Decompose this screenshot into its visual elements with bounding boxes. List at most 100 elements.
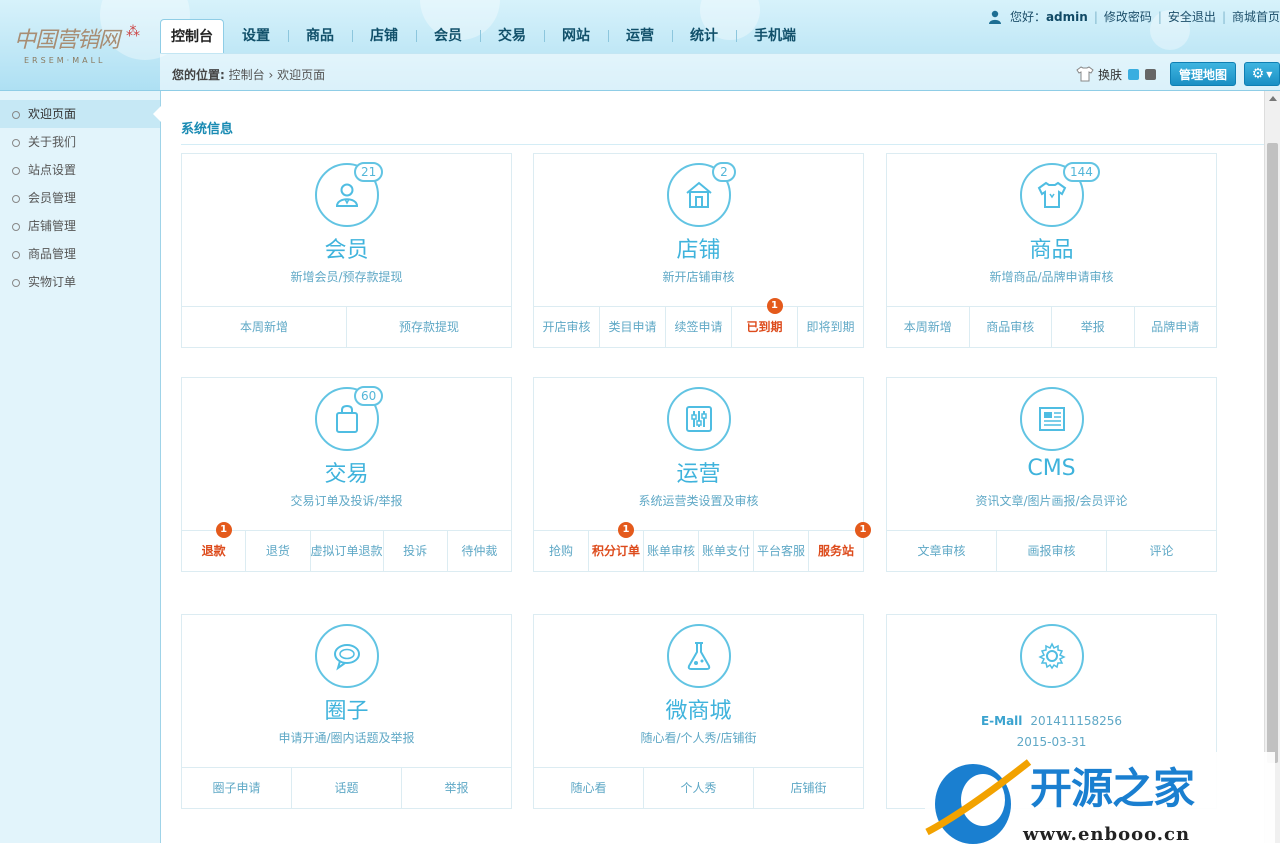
module-link[interactable]: 退款 1 — [182, 522, 245, 572]
settings-dropdown-button[interactable]: ⚙ ▼ — [1244, 62, 1280, 86]
tab-mobile[interactable]: 手机端 — [736, 19, 814, 53]
scroll-up-icon[interactable] — [1269, 96, 1277, 101]
tab-trade[interactable]: 交易 — [480, 19, 544, 53]
skin-swatch-gray[interactable] — [1144, 68, 1156, 80]
sidebar-item-stores[interactable]: 店铺管理 — [0, 212, 160, 240]
module-link[interactable]: 待仲裁 — [446, 531, 511, 572]
tab-console[interactable]: 控制台 — [160, 19, 224, 54]
section-title: 系统信息 — [181, 122, 234, 137]
module-title[interactable]: 交易 — [182, 456, 511, 488]
module-link[interactable]: 举报 — [1051, 307, 1134, 348]
module-title[interactable]: 会员 — [182, 232, 511, 264]
module-title[interactable]: 运营 — [534, 456, 863, 488]
sidebar-item-about[interactable]: 关于我们 — [0, 128, 160, 156]
chevron-down-icon: ▼ — [1266, 69, 1273, 79]
module-link[interactable]: 账单支付 — [698, 531, 753, 572]
module-description: 交易订单及投诉/举报 — [290, 494, 403, 508]
notification-badge: 1 — [618, 522, 634, 538]
module-link[interactable]: 平台客服 — [753, 531, 808, 572]
module-icon-circle[interactable] — [1020, 387, 1084, 451]
logout-link[interactable]: 安全退出 — [1168, 8, 1216, 25]
module-link[interactable]: 文章审核 — [887, 531, 996, 572]
module-link[interactable]: 即将到期 — [797, 307, 863, 348]
module-link[interactable]: 举报 — [401, 768, 511, 809]
version-line: E-Mall 201411158256 — [887, 711, 1216, 732]
module-title[interactable]: 圈子 — [182, 693, 511, 725]
module-links: 圈子申请 话题 举报 — [182, 767, 511, 809]
admin-map-button[interactable]: 管理地图 — [1169, 62, 1236, 86]
module-card: 2 店铺 新开店铺审核 开店审核 类目申请 续签申请 已到期 1 即将到期 — [533, 153, 864, 348]
tab-store[interactable]: 店铺 — [352, 19, 416, 53]
change-password-link[interactable]: 修改密码 — [1104, 8, 1152, 25]
user-bar: 您好： admin | 修改密码 | 安全退出 | 商城首页 — [988, 8, 1280, 25]
user-icon — [988, 10, 1001, 24]
sidebar-item-orders[interactable]: 实物订单 — [0, 268, 160, 296]
module-card: 微商城 随心看/个人秀/店铺街 随心看 个人秀 店铺街 — [533, 614, 864, 809]
module-links: 抢购 积分订单 1 账单审核 账单支付 平台客服 服务站 1 — [534, 522, 871, 572]
breadcrumb-current: 欢迎页面 — [277, 68, 326, 82]
tab-member[interactable]: 会员 — [416, 19, 480, 53]
tab-statistics[interactable]: 统计 — [672, 19, 736, 53]
module-link-label: 商品审核 — [986, 320, 1035, 334]
module-link[interactable]: 话题 — [291, 768, 401, 809]
module-link-label: 本周新增 — [239, 320, 288, 334]
mall-home-link[interactable]: 商城首页 — [1232, 8, 1280, 25]
sidebar: 欢迎页面 关于我们 站点设置 会员管理 店铺管理 商品管理 实物订单 — [0, 91, 161, 843]
module-link[interactable]: 积分订单 1 — [588, 522, 643, 572]
breadcrumb-label: 您的位置: — [172, 68, 225, 82]
top-nav: 控制台 设置 商品 店铺 会员 交易 网站 运营 统计 手机端 — [160, 19, 814, 54]
module-title[interactable]: 商品 — [887, 232, 1216, 264]
module-link[interactable]: 投诉 — [382, 531, 447, 572]
module-link[interactable]: 圈子申请 — [182, 768, 291, 809]
module-link[interactable]: 续签申请 — [665, 307, 731, 348]
sidebar-item-welcome[interactable]: 欢迎页面 — [0, 100, 161, 128]
module-link[interactable]: 品牌申请 — [1133, 307, 1217, 348]
module-link[interactable]: 本周新增 — [182, 307, 346, 348]
module-link[interactable]: 画报审核 — [996, 531, 1106, 572]
module-description: 申请开通/圈内话题及举报 — [278, 731, 415, 745]
module-link[interactable]: 虚拟订单退款 — [309, 531, 383, 572]
skin-label[interactable]: 换肤 — [1098, 66, 1122, 83]
module-icon-circle[interactable] — [667, 387, 731, 451]
logo[interactable]: 中国营销网 ERSEM·MALL ⁂ — [14, 22, 144, 68]
watermark-text: 开源之家 — [1030, 764, 1195, 813]
module-link[interactable]: 已到期 1 — [731, 298, 797, 348]
gear-icon — [1035, 639, 1069, 673]
scrollbar-thumb[interactable] — [1267, 143, 1278, 763]
module-link[interactable]: 账单审核 — [643, 531, 698, 572]
sidebar-item-site-settings[interactable]: 站点设置 — [0, 156, 160, 184]
breadcrumb-path[interactable]: 控制台 — [229, 68, 265, 82]
module-link[interactable]: 退货 — [245, 531, 309, 572]
module-link-label: 账单支付 — [701, 544, 750, 558]
module-link[interactable]: 服务站 1 — [808, 522, 871, 572]
module-link[interactable]: 预存款提现 — [346, 307, 511, 348]
tab-goods[interactable]: 商品 — [288, 19, 352, 53]
module-link[interactable]: 店铺街 — [753, 768, 863, 809]
module-link[interactable]: 随心看 — [534, 768, 643, 809]
module-card: 运营 系统运营类设置及审核 抢购 积分订单 1 账单审核 账单支付 平台客服 服务站 1 — [533, 377, 871, 572]
module-icon-circle[interactable] — [315, 624, 379, 688]
module-title[interactable]: CMS — [887, 456, 1216, 481]
module-link[interactable]: 类目申请 — [599, 307, 665, 348]
module-link[interactable]: 开店审核 — [534, 307, 599, 348]
count-badge: 21 — [354, 162, 384, 182]
tab-operation[interactable]: 运营 — [608, 19, 672, 53]
sidebar-item-goods[interactable]: 商品管理 — [0, 240, 160, 268]
module-link[interactable]: 抢购 — [534, 531, 588, 572]
skin-swatch-blue[interactable] — [1127, 68, 1139, 80]
module-link[interactable]: 商品审核 — [968, 307, 1052, 348]
module-title[interactable]: 微商城 — [534, 693, 863, 725]
module-links: 随心看 个人秀 店铺街 — [534, 767, 863, 809]
module-link[interactable]: 个人秀 — [643, 768, 753, 809]
breadcrumb-separator: › — [268, 68, 274, 82]
version-icon-circle — [1020, 624, 1084, 688]
module-title[interactable]: 店铺 — [534, 232, 863, 264]
sidebar-item-members[interactable]: 会员管理 — [0, 184, 160, 212]
module-link[interactable]: 评论 — [1106, 531, 1216, 572]
module-link[interactable]: 本周新增 — [887, 307, 969, 348]
tab-settings[interactable]: 设置 — [224, 19, 288, 53]
scrollbar[interactable] — [1264, 91, 1280, 843]
module-icon-circle[interactable] — [667, 624, 731, 688]
module-link-label: 预存款提现 — [398, 320, 459, 334]
tab-website[interactable]: 网站 — [544, 19, 608, 53]
